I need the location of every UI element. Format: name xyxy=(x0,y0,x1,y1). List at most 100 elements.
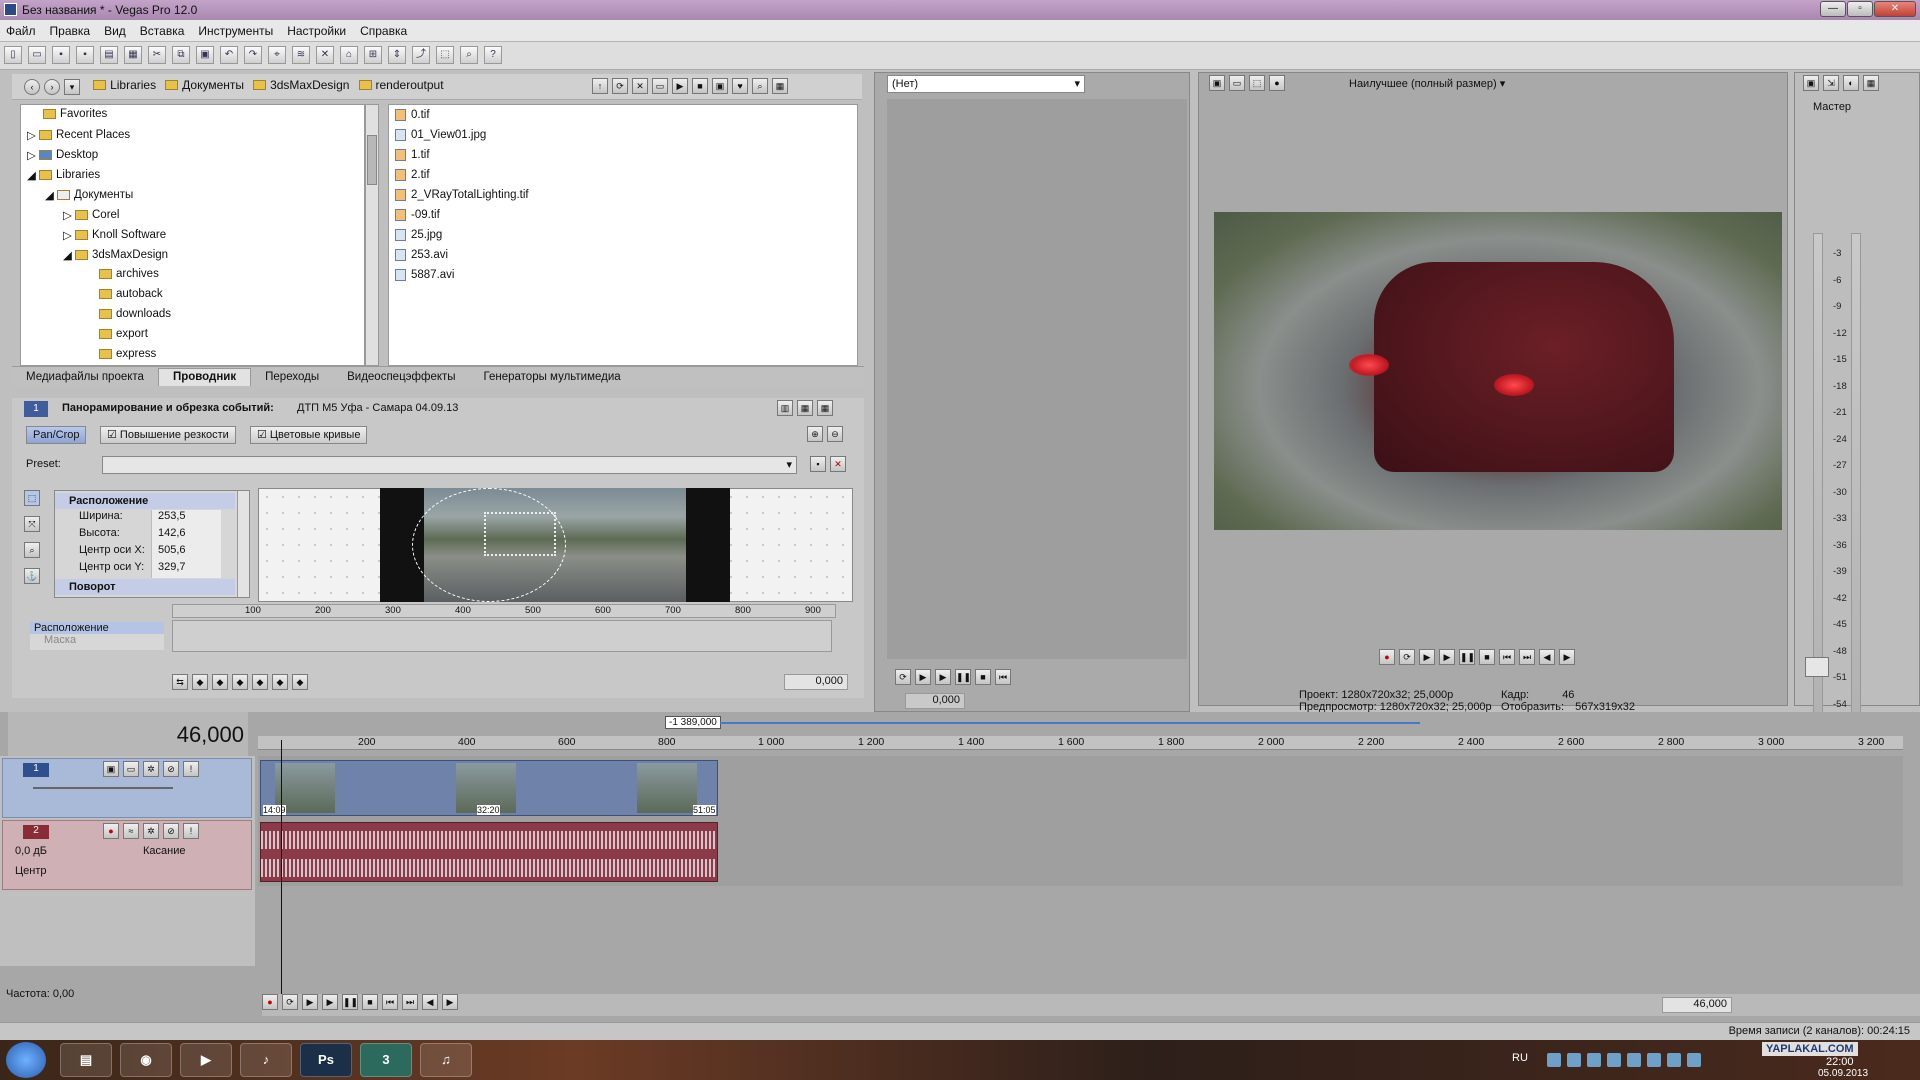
save-icon[interactable]: ▪ xyxy=(52,46,70,64)
marker-label[interactable]: -1 389,000 xyxy=(665,716,721,729)
tray-icon[interactable] xyxy=(1647,1053,1661,1067)
solo-icon[interactable]: ! xyxy=(183,761,199,777)
loop-icon[interactable]: ⟳ xyxy=(895,669,911,685)
invert-phase-icon[interactable]: ≈ xyxy=(123,823,139,839)
compositing-icon[interactable]: ▭ xyxy=(123,761,139,777)
taskbar-app[interactable]: ♪ xyxy=(240,1043,292,1077)
tree-item-recent-places[interactable]: ▷ Recent Places xyxy=(27,128,130,142)
preset-dropdown[interactable]: ▾ xyxy=(102,456,797,474)
normal-edit-icon[interactable]: ⬚ xyxy=(24,490,40,506)
go-to-end-icon[interactable]: ⏭ xyxy=(1519,649,1535,665)
refresh-icon[interactable]: ⟳ xyxy=(612,78,628,94)
save-as-icon[interactable]: ▪ xyxy=(76,46,94,64)
loop-icon[interactable]: ⟳ xyxy=(282,994,298,1010)
taskbar-media-player[interactable]: ▶ xyxy=(180,1043,232,1077)
cursor-time-field[interactable]: 46,000 xyxy=(1662,997,1732,1013)
crop-frame[interactable] xyxy=(484,512,556,556)
breadcrumb-libraries[interactable]: Libraries xyxy=(93,74,156,96)
file-item[interactable]: 2_VRayTotalLighting.tif xyxy=(395,189,529,201)
first-keyframe-icon[interactable]: ◆ xyxy=(192,674,208,690)
taskbar-photoshop[interactable]: Ps xyxy=(300,1043,352,1077)
network-icon[interactable] xyxy=(1687,1053,1701,1067)
tree-scrollbar[interactable] xyxy=(365,104,379,366)
language-indicator[interactable]: RU xyxy=(1512,1052,1528,1064)
go-to-start-icon[interactable]: ⏮ xyxy=(382,994,398,1010)
last-keyframe-icon[interactable]: ◆ xyxy=(272,674,288,690)
tree-item-knoll-software[interactable]: ▷ Knoll Software xyxy=(63,228,166,242)
loop-icon[interactable]: ⟳ xyxy=(1399,649,1415,665)
delete-icon[interactable]: ✕ xyxy=(632,78,648,94)
menu-tools[interactable]: Инструменты xyxy=(198,24,273,38)
keyframe-row-mask[interactable]: Маска xyxy=(30,634,164,646)
prev-frame-icon[interactable]: ◀ xyxy=(422,994,438,1010)
zoom-tool-icon[interactable]: ⌕ xyxy=(460,46,478,64)
history-dropdown-icon[interactable]: ▾ xyxy=(64,79,80,95)
properties-icon[interactable]: ▦ xyxy=(124,46,142,64)
fx-grid-icon[interactable]: ▦ xyxy=(797,400,813,416)
snap-icon[interactable]: ⌖ xyxy=(268,46,286,64)
ignore-grouping-icon[interactable]: ⊞ xyxy=(364,46,382,64)
copy-icon[interactable]: ⧉ xyxy=(172,46,190,64)
next-frame-icon[interactable]: ▶ xyxy=(442,994,458,1010)
tree-scroll-thumb[interactable] xyxy=(367,135,377,185)
keyframe-row-position[interactable]: Расположение xyxy=(30,622,164,634)
minimize-button[interactable]: — xyxy=(1820,1,1846,17)
props-scrollbar[interactable] xyxy=(237,491,249,597)
go-to-start-icon[interactable]: ⏮ xyxy=(995,669,1011,685)
tree-item-desktop[interactable]: ▷ Desktop xyxy=(27,148,98,162)
bus-icon[interactable]: ▣ xyxy=(1803,75,1819,91)
menu-file[interactable]: Файл xyxy=(6,24,36,38)
views-icon[interactable]: ▦ xyxy=(772,78,788,94)
fx-chain-sharpen[interactable]: ☑ Повышение резкости xyxy=(100,426,236,444)
taskbar-3dsmax[interactable]: 3 xyxy=(360,1043,412,1077)
play-icon[interactable]: ▶ xyxy=(935,669,951,685)
tree-item-favorites[interactable]: Favorites xyxy=(43,108,107,120)
section-position[interactable]: Расположение xyxy=(55,493,235,509)
auto-preview-icon[interactable]: ▣ xyxy=(712,78,728,94)
pause-icon[interactable]: ❚❚ xyxy=(955,669,971,685)
clock-date[interactable]: 05.09.2013 xyxy=(1818,1068,1868,1079)
volume-icon[interactable] xyxy=(1667,1053,1681,1067)
delete-preset-icon[interactable]: ✕ xyxy=(830,456,846,472)
tree-item-express[interactable]: express xyxy=(99,348,156,360)
loop-region-bar[interactable] xyxy=(720,722,1420,724)
file-item[interactable]: 01_View01.jpg xyxy=(395,129,486,141)
solo-icon[interactable]: ! xyxy=(183,823,199,839)
stop-icon[interactable]: ■ xyxy=(692,78,708,94)
go-to-start-icon[interactable]: ⏮ xyxy=(1499,649,1515,665)
menu-settings[interactable]: Настройки xyxy=(287,24,346,38)
tray-icon[interactable] xyxy=(1587,1053,1601,1067)
keyframe-time[interactable]: 0,000 xyxy=(784,674,848,690)
crossfade-icon[interactable]: ✕ xyxy=(316,46,334,64)
next-frame-icon[interactable]: ▶ xyxy=(1559,649,1575,665)
dim-icon[interactable]: ◐ xyxy=(1843,75,1859,91)
overlays-icon[interactable]: ● xyxy=(1269,75,1285,91)
playback-cursor[interactable] xyxy=(281,740,282,1010)
tree-item-downloads[interactable]: downloads xyxy=(99,308,171,320)
back-icon[interactable]: ‹ xyxy=(24,79,40,95)
taskbar-itunes[interactable]: ♫ xyxy=(420,1043,472,1077)
maximize-button[interactable]: ▫ xyxy=(1847,1,1873,17)
pause-icon[interactable]: ❚❚ xyxy=(1459,649,1475,665)
cut-icon[interactable]: ✂ xyxy=(148,46,166,64)
file-item[interactable]: 253.avi xyxy=(395,249,448,261)
downmix-icon[interactable]: ⇲ xyxy=(1823,75,1839,91)
play-icon[interactable]: ▶ xyxy=(672,78,688,94)
start-button[interactable] xyxy=(6,1042,46,1078)
paste-icon[interactable]: ▣ xyxy=(196,46,214,64)
file-item[interactable]: 2.tif xyxy=(395,169,430,181)
trimmer-display[interactable] xyxy=(887,99,1187,659)
tree-item-3dsmaxdesign[interactable]: ◢ 3dsMaxDesign xyxy=(63,248,168,262)
play-from-start-icon[interactable]: ▶ xyxy=(915,669,931,685)
record-icon[interactable]: ● xyxy=(1379,649,1395,665)
delete-keyframe-icon[interactable]: ◆ xyxy=(292,674,308,690)
render-icon[interactable]: ▤ xyxy=(100,46,118,64)
breadcrumb-renderoutput[interactable]: renderoutput xyxy=(358,74,444,96)
tab-transitions[interactable]: Переходы xyxy=(251,371,333,383)
envelope-tool-icon[interactable]: ⤴ xyxy=(412,46,430,64)
auto-ripple-icon[interactable]: ≋ xyxy=(292,46,310,64)
prop-row[interactable]: Центр оси Y: 329,7 xyxy=(55,561,235,578)
undo-icon[interactable]: ↶ xyxy=(220,46,238,64)
fx-icon[interactable]: ✲ xyxy=(143,823,159,839)
tray-icon[interactable] xyxy=(1567,1053,1581,1067)
